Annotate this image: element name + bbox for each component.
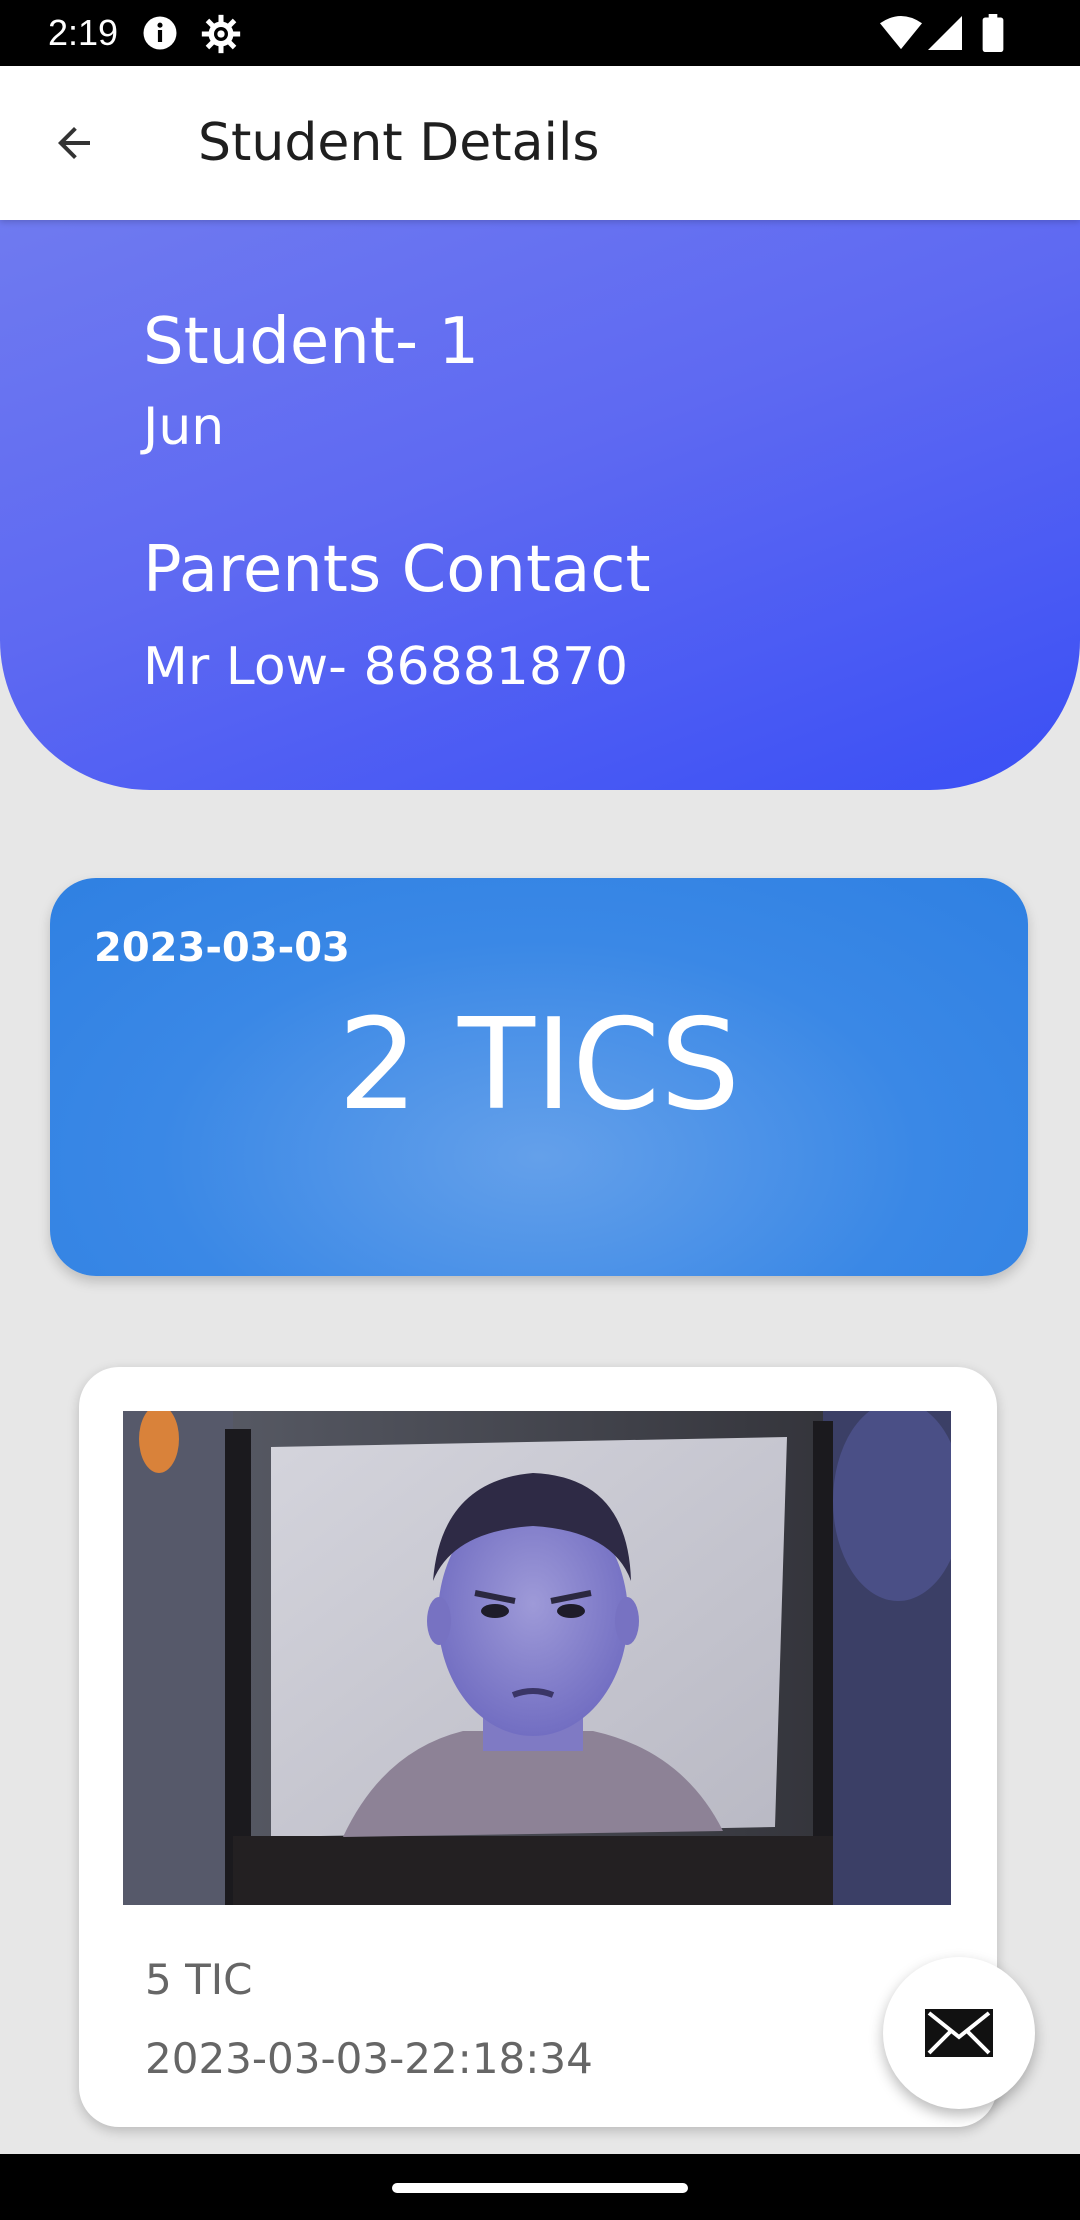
parents-contact-heading: Parents Contact bbox=[143, 533, 651, 607]
cell-signal-icon bbox=[928, 16, 962, 50]
app-bar: Student Details bbox=[0, 66, 1080, 220]
arrow-back-icon bbox=[58, 127, 90, 159]
student-subtitle: Jun bbox=[143, 397, 225, 457]
send-email-fab[interactable] bbox=[883, 1957, 1035, 2109]
status-time: 2:19 bbox=[48, 12, 119, 53]
tic-record-card[interactable]: 5 TIC 2023-03-03-22:18:34 bbox=[79, 1367, 997, 2127]
page-title: Student Details bbox=[198, 113, 600, 173]
mail-icon bbox=[925, 2009, 993, 2057]
student-header-card: Student- 1 Jun Parents Contact Mr Low- 8… bbox=[0, 220, 1080, 790]
back-button[interactable] bbox=[36, 110, 112, 176]
tics-count: 2 TICS bbox=[337, 991, 741, 1138]
status-bar: 2:19 bbox=[0, 0, 1080, 66]
home-gesture-handle[interactable] bbox=[392, 2183, 688, 2193]
battery-icon bbox=[982, 14, 1004, 52]
tic-count-label: 5 TIC bbox=[145, 1955, 253, 2004]
photo-illustration bbox=[123, 1411, 951, 1905]
student-photo bbox=[123, 1411, 951, 1905]
settings-icon bbox=[201, 14, 241, 54]
tics-date: 2023-03-03 bbox=[94, 925, 350, 971]
tics-summary-card[interactable]: 2023-03-03 2 TICS bbox=[50, 878, 1028, 1276]
system-nav-bar bbox=[0, 2154, 1080, 2220]
info-icon bbox=[143, 16, 177, 50]
wifi-icon bbox=[880, 16, 922, 50]
student-name: Student- 1 bbox=[143, 305, 480, 379]
parents-contact-value[interactable]: Mr Low- 86881870 bbox=[143, 634, 628, 700]
tic-timestamp: 2023-03-03-22:18:34 bbox=[145, 2034, 593, 2083]
